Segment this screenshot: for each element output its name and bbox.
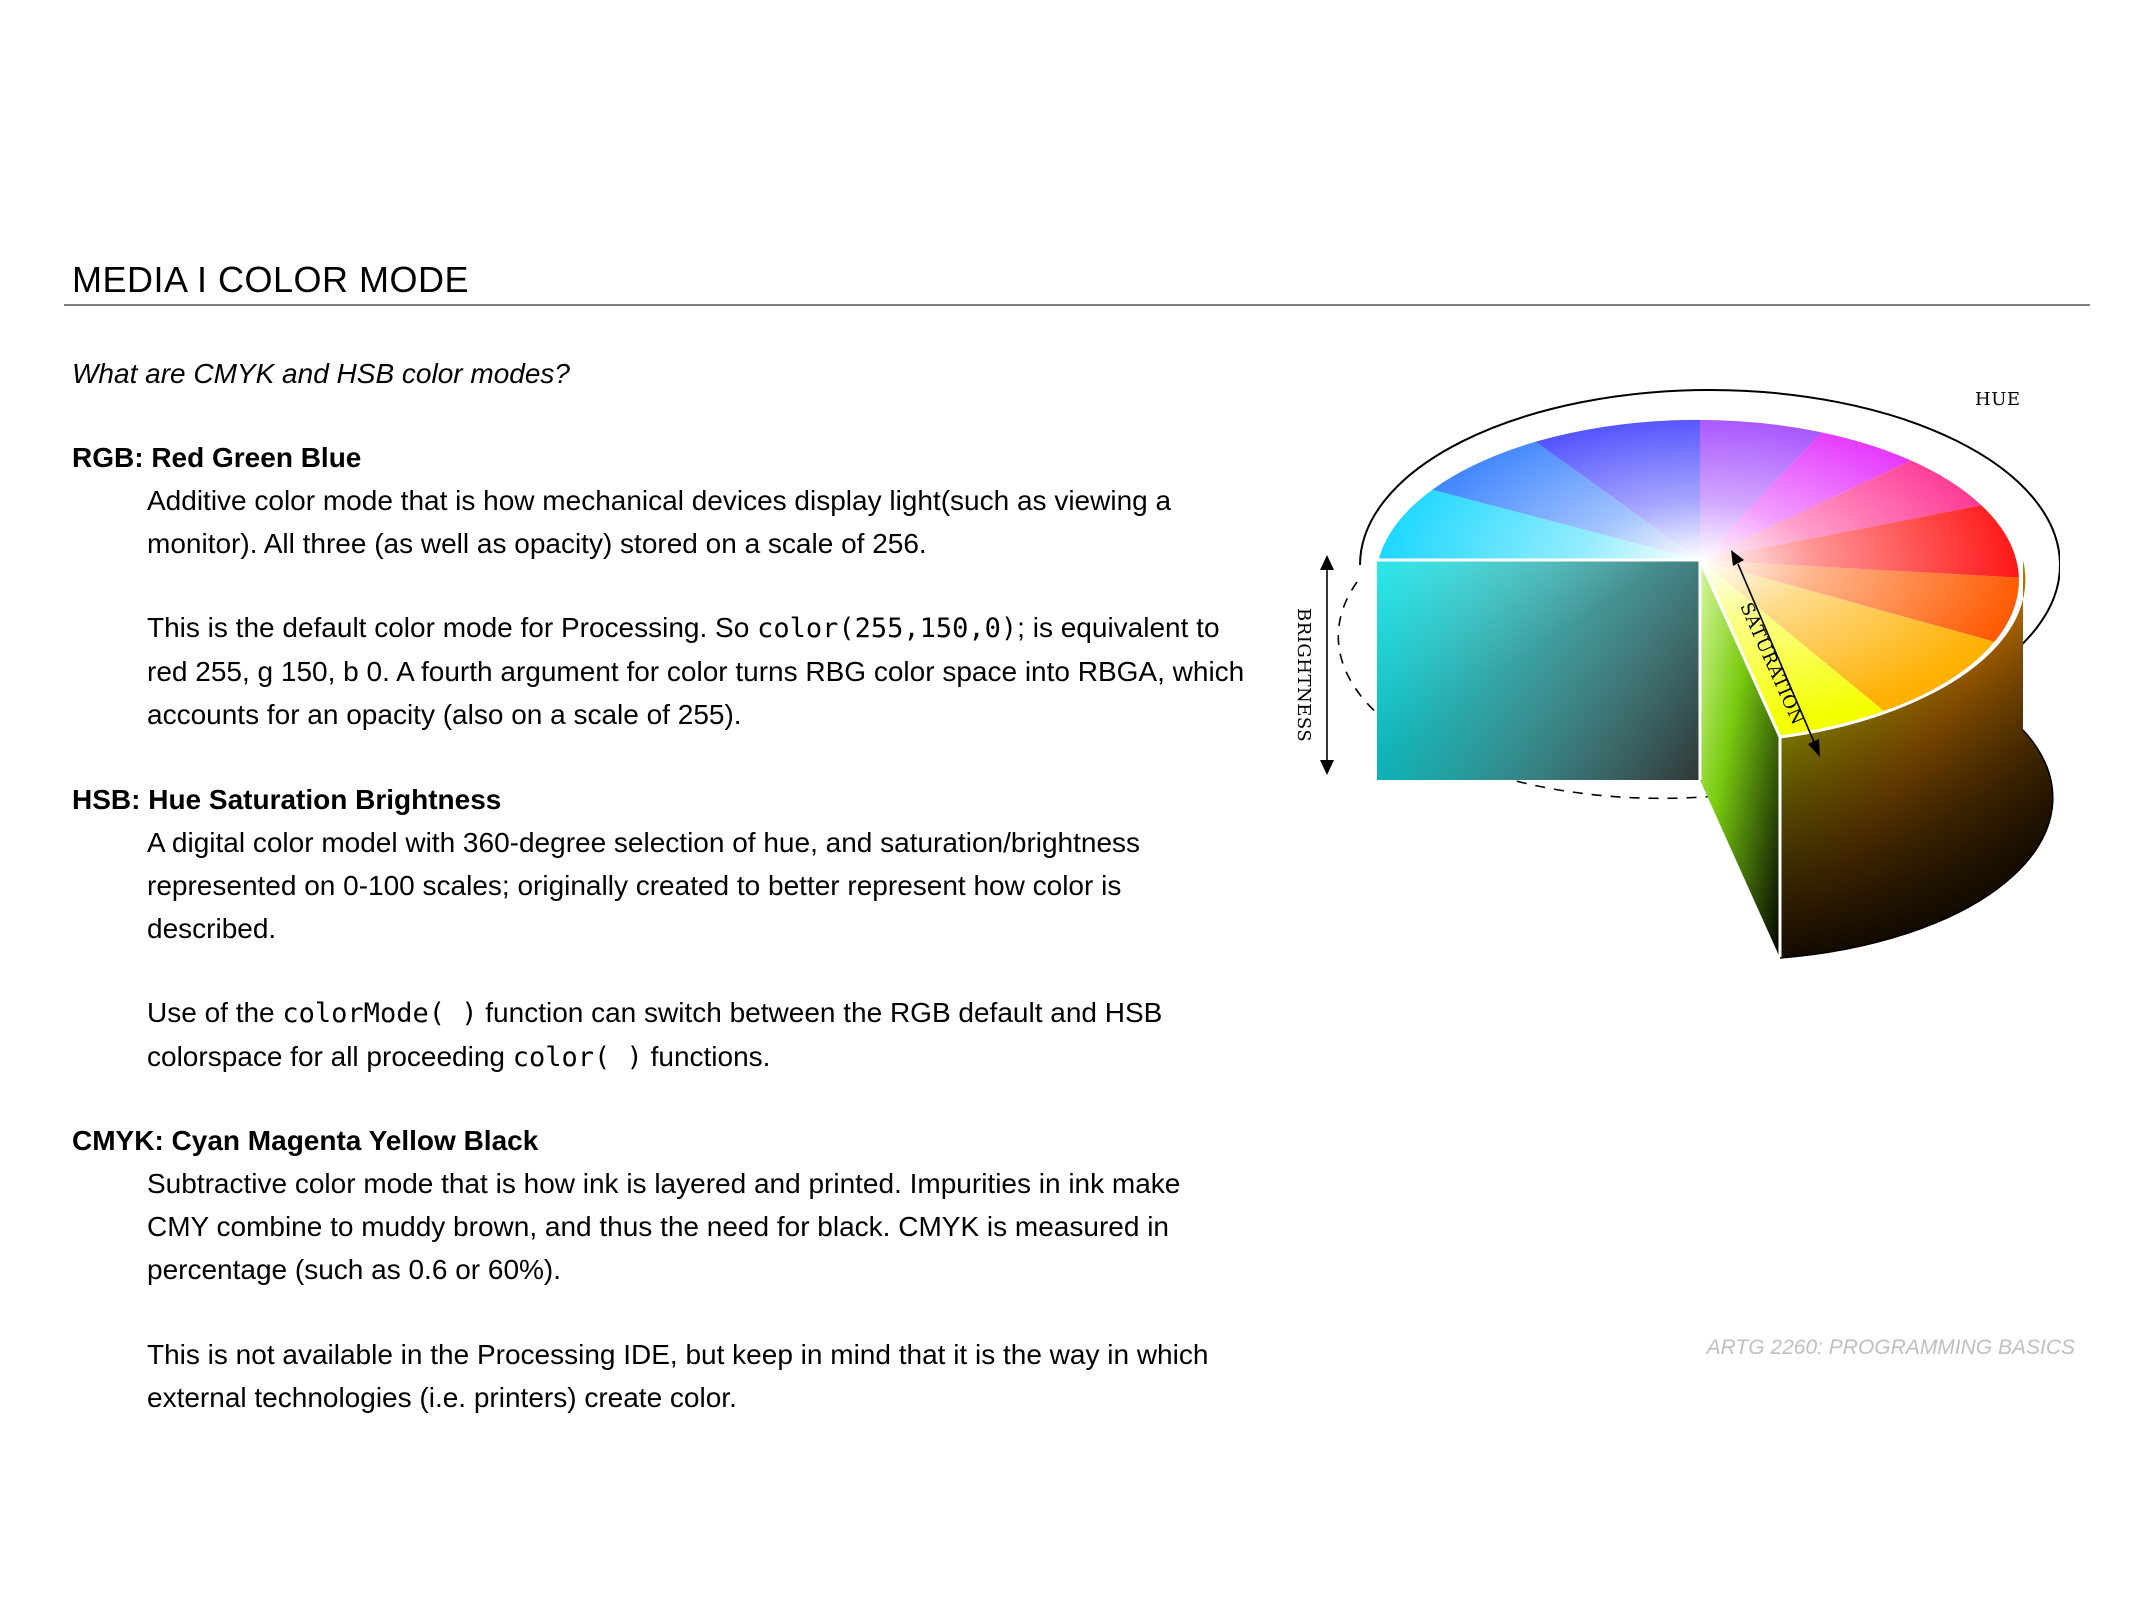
title-divider xyxy=(64,304,2090,306)
hsb-note-text-3: functions. xyxy=(642,1041,771,1072)
course-footer: ARTG 2260: PROGRAMMING BASICS xyxy=(1706,1336,2075,1359)
rgb-description: Additive color mode that is how mechanic… xyxy=(147,485,1172,559)
hsb-description: A digital color model with 360-degree se… xyxy=(147,827,1141,944)
rgb-code-color: color(255,150,0) xyxy=(757,613,1018,644)
hsb-code-color: color( ) xyxy=(512,1042,643,1073)
cmyk-heading: CMYK: Cyan Magenta Yellow Black xyxy=(72,1125,539,1156)
slide-question: What are CMYK and HSB color modes? xyxy=(72,358,570,389)
brightness-arrow xyxy=(1320,555,1334,775)
hsb-cylinder-diagram: HUE SATURATION BRIGHTNESS xyxy=(1293,389,2060,959)
rgb-default-note: This is the default color mode for Proce… xyxy=(147,606,1247,736)
cmyk-processing-note: This is not available in the Processing … xyxy=(147,1339,1209,1413)
rgb-note-text-1: This is the default color mode for Proce… xyxy=(147,612,758,643)
hsb-note-text-1: Use of the xyxy=(147,997,283,1028)
hsb-code-colormode: colorMode( ) xyxy=(282,998,478,1029)
hue-label: HUE xyxy=(1975,389,2021,410)
hsb-heading: HSB: Hue Saturation Brightness xyxy=(72,784,502,815)
slide-title: MEDIA I COLOR MODE xyxy=(72,259,470,300)
cmyk-description: Subtractive color mode that is how ink i… xyxy=(147,1168,1181,1285)
hsb-colormode-note: Use of the colorMode( ) function can swi… xyxy=(147,991,1247,1079)
rgb-heading: RGB: Red Green Blue xyxy=(72,442,362,473)
cylinder-cut-face-tint xyxy=(1377,560,1700,780)
brightness-label: BRIGHTNESS xyxy=(1293,608,1314,742)
